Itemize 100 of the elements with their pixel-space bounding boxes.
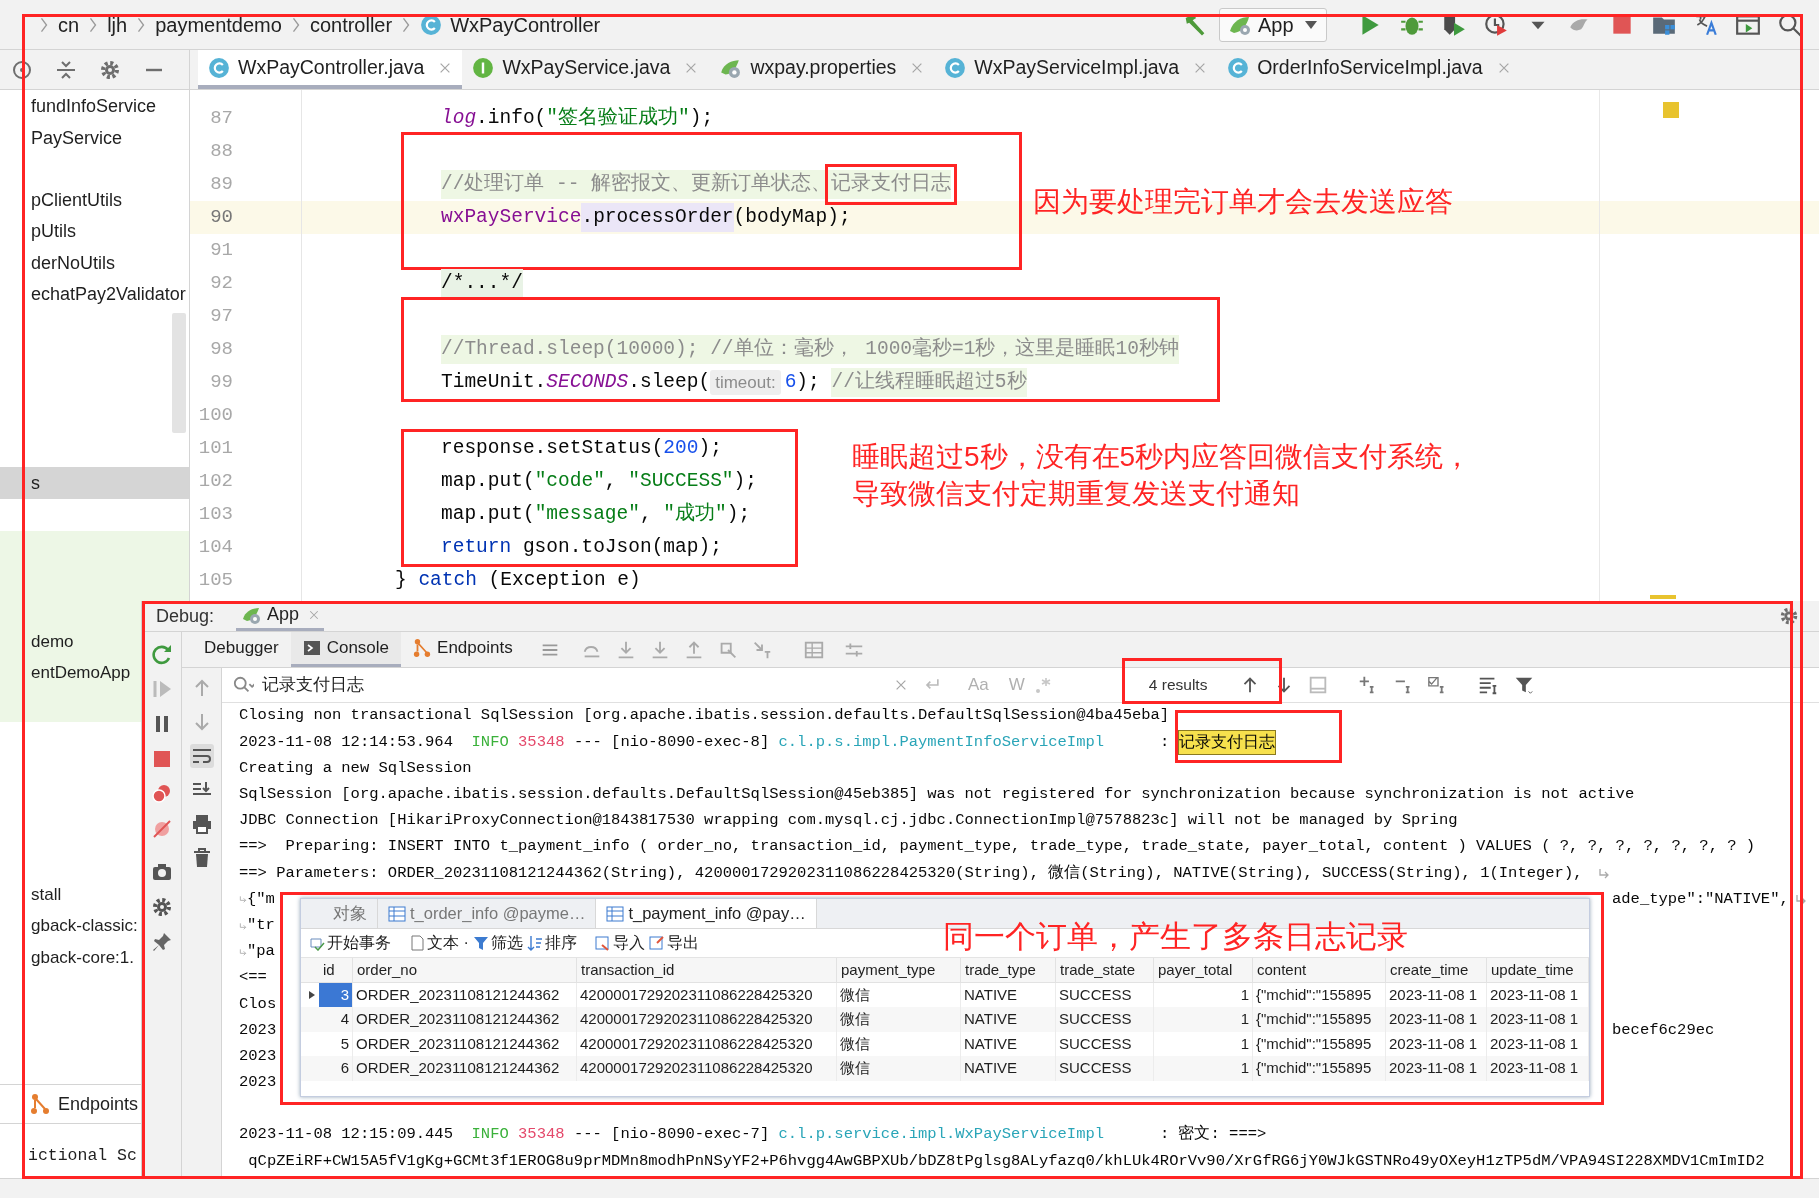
annotation-note: 因为要处理完订单才会去发送应答 [1033, 185, 1454, 219]
console-line: "pa [247, 941, 275, 963]
soft-wrap-icon[interactable] [189, 744, 214, 768]
tree-item[interactable]: echatPay2Validator [0, 278, 189, 311]
tree-item[interactable]: s [0, 467, 189, 499]
run-config-dropdown[interactable]: App [1219, 7, 1327, 42]
table-cell: 2023-11-08 1 [1487, 1007, 1589, 1032]
toolbar-button[interactable]: 排序 [526, 931, 577, 955]
table-cell: 3 [319, 983, 353, 1008]
table-cell: 1 [1154, 1056, 1253, 1081]
line-number: 101 [198, 436, 233, 462]
code-line: log.info("签名验证成功"); [441, 105, 714, 131]
table-cell: NATIVE [961, 1056, 1056, 1081]
results-count: 4 results [1148, 675, 1208, 696]
settings-icon[interactable] [1778, 605, 1800, 627]
class-icon [208, 56, 230, 79]
breadcrumb-item[interactable]: controller [309, 9, 393, 40]
table-cell: 微信 [837, 1007, 961, 1032]
editor-tab[interactable]: WxPayService.java [462, 50, 709, 89]
tree-item[interactable]: entDemoApp [5, 657, 141, 689]
column-header[interactable]: update_time [1487, 958, 1589, 982]
column-header[interactable]: payer_total [1154, 958, 1253, 982]
scrollbar[interactable] [172, 313, 186, 433]
table-cell: 4200001729202311086228425320 [577, 1056, 837, 1081]
console-line: 2023-11-08 12:14:53.964 INFO 35348 --- [nio-8090-exec-8] c.l.p.s.impl.PaymentInfoServiceImpl : 记录支付日志 [239, 730, 1275, 754]
breadcrumb-item[interactable]: paymentdemo [155, 9, 282, 40]
line-number: 99 [210, 370, 233, 396]
class-icon [1227, 56, 1250, 79]
db-tab[interactable]: 对象 [323, 899, 378, 928]
table-cell: 4200001729202311086228425320 [577, 1007, 837, 1032]
column-header[interactable]: transaction_id [577, 958, 837, 982]
debug-tab[interactable]: Console [290, 632, 402, 667]
breadcrumb-item[interactable]: WxPayController [450, 9, 601, 40]
column-header[interactable]: order_no [353, 958, 577, 982]
sort-icon [526, 935, 543, 951]
search-icon [232, 675, 254, 695]
console-line: Closing non transactional SqlSession [org.apache.ibatis.session.defaults.DefaultSqlSession@4ba45eba] [239, 705, 1170, 727]
table-cell: ORDER_20231108121244362 [353, 1007, 577, 1032]
column-header[interactable]: id [319, 958, 353, 982]
search-field[interactable]: 记录支付日志 [254, 668, 894, 702]
code-line: map.put("message", "成功"); [441, 501, 752, 527]
editor-tab[interactable]: OrderInfoServiceImpl.java [1217, 50, 1521, 89]
tree-item[interactable]: gback-classic: [0, 910, 141, 942]
text-icon [409, 935, 425, 951]
column-header[interactable]: create_time [1386, 958, 1487, 982]
breadcrumb-item[interactable]: cn [58, 9, 80, 40]
code-line: map.put("code", "SUCCESS"); [441, 468, 757, 494]
transaction-icon [309, 935, 325, 951]
breadcrumb-item[interactable]: ljh [107, 9, 128, 40]
db-tab[interactable]: t_order_info @payme… [378, 899, 597, 928]
table-cell: {"mchid":"155895 [1253, 1007, 1386, 1032]
console-line: ==> Preparing: INSERT INTO t_payment_info ( order_no, transaction_id, payment_type, trade_type, trade_state, payer_total, content ) VALUES ( ?, ?, ?, ?, ?, ?, ? ) [239, 836, 1756, 858]
editor-tab[interactable]: WxPayServiceImpl.java [934, 50, 1218, 89]
class-icon [944, 56, 967, 79]
endpoints-tool-button[interactable]: Endpoints [0, 1084, 141, 1124]
scroll-marker [1650, 595, 1676, 599]
column-header[interactable]: trade_state [1056, 958, 1154, 982]
toolbar-button[interactable]: 导出 [648, 931, 699, 955]
tree-item[interactable]: demo [5, 626, 141, 658]
tree-item[interactable]: pUtils [0, 216, 189, 248]
debug-tab[interactable]: Debugger [192, 632, 291, 667]
line-number: 100 [198, 403, 233, 429]
toolbar-button[interactable]: 筛选 [472, 931, 523, 955]
line-number: 102 [198, 469, 233, 495]
table-icon [606, 905, 625, 922]
console-line: ==> Parameters: ORDER_20231108121244362(String), 4200001729202311086228425320(String), 微信(String), NATIVE(String), SUCCESS(String), 1(Integer), [239, 862, 1584, 884]
debug-tab[interactable]: Endpoints [401, 632, 525, 667]
toolbar-button[interactable]: 导入 [594, 931, 645, 955]
clear-icon[interactable] [894, 678, 908, 692]
annotation-note: 同一个订单，产生了多条日志记录 [943, 918, 1408, 956]
console-line: SqlSession [org.apache.ibatis.session.defaults.DefaultSqlSession@45eb385] was not registered for synchronization because synchronization is not active [239, 784, 1635, 806]
editor-tab[interactable]: wxpay.properties [708, 50, 935, 89]
console-line: 2023-11-08 12:15:09.445 INFO 35348 --- [nio-8090-exec-7] c.l.p.service.impl.WxPayServiceImpl : 密文: ===> [239, 1123, 1267, 1146]
console-line: 2023 [239, 1045, 277, 1067]
toolbar-button[interactable]: 开始事务 [309, 931, 391, 955]
table-cell: 4 [319, 1007, 353, 1032]
tree-item[interactable]: fundInfoService [0, 91, 189, 123]
column-header[interactable]: payment_type [837, 958, 961, 982]
db-tab[interactable]: t_payment_info @pay… [596, 899, 817, 928]
interface-icon [472, 56, 495, 79]
warning-marker[interactable] [1663, 102, 1679, 118]
line-number: 97 [210, 304, 233, 330]
console-line: JDBC Connection [HikariProxyConnection@1843817530 wrapping com.mysql.cj.jdbc.ConnectionImpl@7578823c] will not be managed by Spring [239, 810, 1458, 832]
column-header[interactable]: trade_type [961, 958, 1056, 982]
line-number: 92 [210, 271, 233, 297]
tree-item[interactable]: pClientUtils [0, 184, 189, 217]
tree-item[interactable]: gback-core:1. [0, 941, 141, 974]
toolbar-button[interactable]: 文本 · [409, 931, 469, 955]
editor-tab[interactable]: WxPayController.java [198, 50, 463, 89]
caret-icon [1304, 19, 1318, 30]
line-number: 103 [198, 502, 233, 528]
tree-item[interactable]: PayService [0, 122, 189, 154]
column-header[interactable]: content [1253, 958, 1386, 982]
code-line: wxPayService.processOrder(bodyMap); [441, 201, 982, 234]
tree-item[interactable]: derNoUtils [0, 247, 189, 279]
line-number: 90 [210, 205, 233, 231]
tree-item[interactable]: stall [0, 879, 141, 911]
annotation-note: 睡眠超过5秒，没有在5秒内应答回微信支付系统， 导致微信支付定期重复发送支付通知 [852, 440, 1472, 511]
console-line: ade_type":"NATIVE", [1612, 888, 1789, 910]
line-number: 91 [210, 238, 233, 264]
